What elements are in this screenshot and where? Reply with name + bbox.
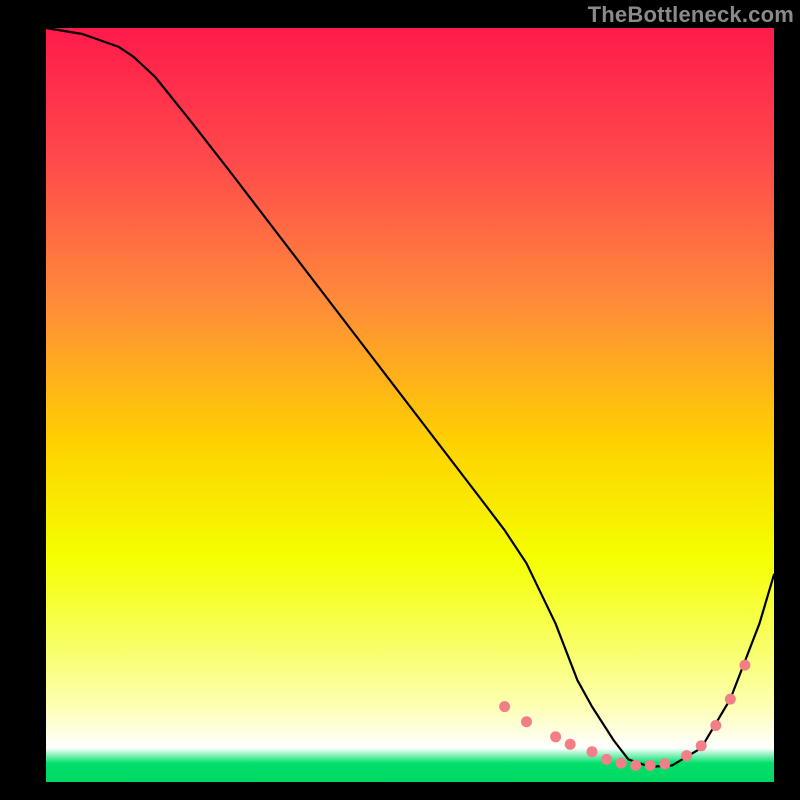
highlight-dot bbox=[681, 750, 692, 761]
highlight-dot bbox=[645, 760, 656, 771]
highlight-dot bbox=[630, 760, 641, 771]
highlight-dot bbox=[499, 701, 510, 712]
highlight-dot bbox=[739, 660, 750, 671]
highlight-dot bbox=[565, 739, 576, 750]
highlight-dot bbox=[725, 694, 736, 705]
highlight-dot bbox=[521, 716, 532, 727]
highlight-dot bbox=[616, 758, 627, 769]
highlight-dot bbox=[710, 720, 721, 731]
highlight-dot bbox=[659, 758, 670, 769]
highlight-dot bbox=[587, 746, 598, 757]
highlight-dot bbox=[601, 754, 612, 765]
highlight-dot bbox=[550, 731, 561, 742]
highlight-dot bbox=[696, 740, 707, 751]
chart-stage: TheBottleneck.com bbox=[0, 0, 800, 800]
chart-svg bbox=[0, 0, 800, 800]
